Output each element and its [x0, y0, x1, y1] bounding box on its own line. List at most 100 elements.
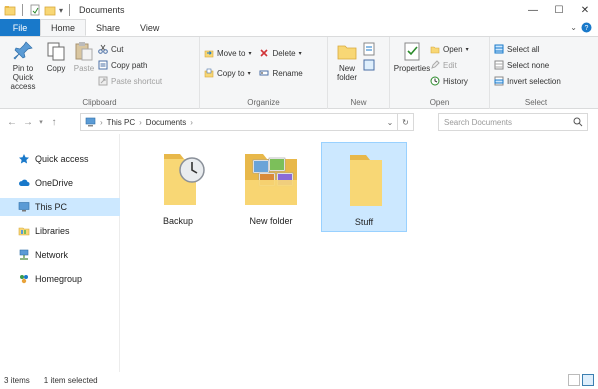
details-view-button[interactable]: [568, 374, 580, 386]
organize-col-1: Move to ▾ Copy to ▾: [204, 40, 251, 97]
edit-button[interactable]: Edit: [430, 58, 469, 72]
breadcrumb-this-pc[interactable]: This PC: [107, 118, 135, 127]
open-group-label: Open: [429, 98, 450, 107]
address-dropdown-icon[interactable]: ⌄: [384, 114, 396, 130]
new-folder-label: New folder: [336, 64, 357, 82]
star-icon: [19, 154, 29, 164]
folder-icon: [350, 155, 382, 206]
delete-label: Delete: [272, 48, 296, 58]
search-input[interactable]: Search Documents: [438, 113, 588, 131]
nav-item-this-pc[interactable]: This PC: [0, 198, 120, 216]
invert-selection-label: Invert selection: [507, 76, 561, 86]
history-icon: [430, 76, 440, 86]
paste-shortcut-button[interactable]: Paste shortcut: [98, 74, 162, 88]
paste-icon: [75, 42, 93, 61]
explorer-icon[interactable]: [4, 4, 16, 16]
history-button[interactable]: History: [430, 74, 469, 88]
delete-button[interactable]: Delete ▾: [259, 46, 302, 60]
copy-to-icon: [204, 68, 214, 78]
properties-quick-icon[interactable]: [29, 4, 41, 16]
customize-quick-access-icon[interactable]: ▾: [59, 6, 63, 15]
new-group-label: New: [350, 98, 367, 107]
nav-item-network[interactable]: Network: [4, 246, 116, 264]
copy-path-label: Copy path: [111, 60, 148, 70]
open-icon: [430, 46, 440, 54]
tab-view[interactable]: View: [130, 19, 169, 36]
copy-path-button[interactable]: Copy path: [98, 58, 162, 72]
select-group: Select all Select none Invert selection …: [490, 37, 582, 109]
copy-to-label: Copy to: [217, 68, 245, 78]
easy-access-icon[interactable]: [362, 58, 376, 72]
move-to-label: Move to: [217, 48, 246, 58]
computer-icon: [18, 202, 30, 212]
rename-button[interactable]: Rename: [259, 66, 303, 80]
refresh-icon[interactable]: ↻: [397, 114, 413, 130]
nav-item-quick-access[interactable]: Quick access: [4, 150, 116, 168]
close-button[interactable]: ✕: [572, 0, 598, 20]
open-dropdown-icon: ▾: [465, 46, 469, 53]
collapse-ribbon-icon[interactable]: ⌄: [570, 23, 577, 32]
up-button[interactable]: ↑: [46, 112, 62, 132]
photos-folder-icon: [245, 154, 297, 205]
nav-item-label: This PC: [35, 202, 68, 212]
cut-button[interactable]: Cut: [98, 42, 162, 56]
breadcrumb-documents[interactable]: Documents: [146, 118, 186, 127]
ribbon: Pin to Quick access Copy Paste Cut Copy …: [0, 37, 598, 109]
back-button[interactable]: ←: [4, 112, 20, 132]
open-button[interactable]: Open ▾: [430, 42, 469, 56]
large-icons-view-button[interactable]: [582, 374, 594, 386]
file-item-backup[interactable]: Backup: [135, 142, 221, 232]
copy-to-button[interactable]: Copy to ▾: [204, 66, 251, 80]
new-item-icon[interactable]: [362, 42, 376, 56]
invert-selection-button[interactable]: Invert selection: [494, 74, 561, 88]
window-controls: — ☐ ✕: [520, 0, 598, 20]
window-title: Documents: [79, 5, 125, 15]
library-icon: [18, 227, 30, 236]
help-icon[interactable]: ?: [581, 22, 592, 33]
copy-button[interactable]: Copy: [42, 40, 70, 97]
tab-share[interactable]: Share: [86, 19, 130, 36]
new-folder-button[interactable]: New folder: [332, 40, 362, 97]
move-to-button[interactable]: Move to ▾: [204, 46, 251, 60]
nav-item-label: Network: [35, 250, 69, 260]
nav-item-homegroup[interactable]: Homegroup: [4, 270, 116, 288]
address-bar[interactable]: › This PC › Documents › ⌄ ↻: [80, 113, 414, 131]
search-icon: [573, 117, 583, 127]
new-folder-quick-icon[interactable]: [44, 4, 56, 16]
clipboard-group: Pin to Quick access Copy Paste Cut Copy …: [0, 37, 200, 109]
properties-button[interactable]: Properties: [394, 40, 430, 97]
tab-home[interactable]: Home: [40, 19, 87, 36]
svg-text:?: ?: [585, 25, 589, 32]
properties-icon: [404, 42, 420, 61]
cloud-icon: [19, 179, 30, 186]
history-label: History: [443, 76, 468, 86]
file-name: New folder: [249, 216, 293, 226]
edit-icon: [431, 60, 440, 69]
tab-file[interactable]: File: [0, 19, 40, 36]
invert-selection-icon: [494, 76, 504, 86]
nav-item-onedrive[interactable]: OneDrive: [4, 174, 116, 192]
nav-item-libraries[interactable]: Libraries: [4, 222, 116, 240]
move-to-dropdown-icon: ▾: [248, 50, 252, 57]
minimize-button[interactable]: —: [520, 0, 546, 20]
select-all-label: Select all: [507, 44, 540, 54]
recent-locations-button[interactable]: ▾: [36, 112, 46, 132]
pin-quick-access-button[interactable]: Pin to Quick access: [4, 40, 42, 97]
new-group: New folder New: [328, 37, 390, 109]
maximize-button[interactable]: ☐: [546, 0, 572, 20]
copy-label: Copy: [46, 64, 66, 73]
pin-label: Pin to Quick access: [10, 64, 36, 91]
quick-access-toolbar: ▾ Documents: [0, 4, 125, 16]
file-item-stuff[interactable]: Stuff: [321, 142, 407, 232]
file-list[interactable]: Backup New folder Stuff: [121, 134, 598, 372]
select-none-button[interactable]: Select none: [494, 58, 561, 72]
breadcrumb-separator-icon: ›: [100, 117, 103, 127]
paste-shortcut-label: Paste shortcut: [111, 76, 163, 86]
file-item-new-folder[interactable]: New folder: [228, 142, 314, 232]
status-bar: 3 items 1 item selected: [0, 372, 598, 389]
view-switcher: [568, 374, 594, 386]
paste-button[interactable]: Paste: [70, 40, 98, 97]
select-all-button[interactable]: Select all: [494, 42, 561, 56]
forward-button[interactable]: →: [20, 112, 36, 132]
edit-label: Edit: [443, 60, 457, 70]
